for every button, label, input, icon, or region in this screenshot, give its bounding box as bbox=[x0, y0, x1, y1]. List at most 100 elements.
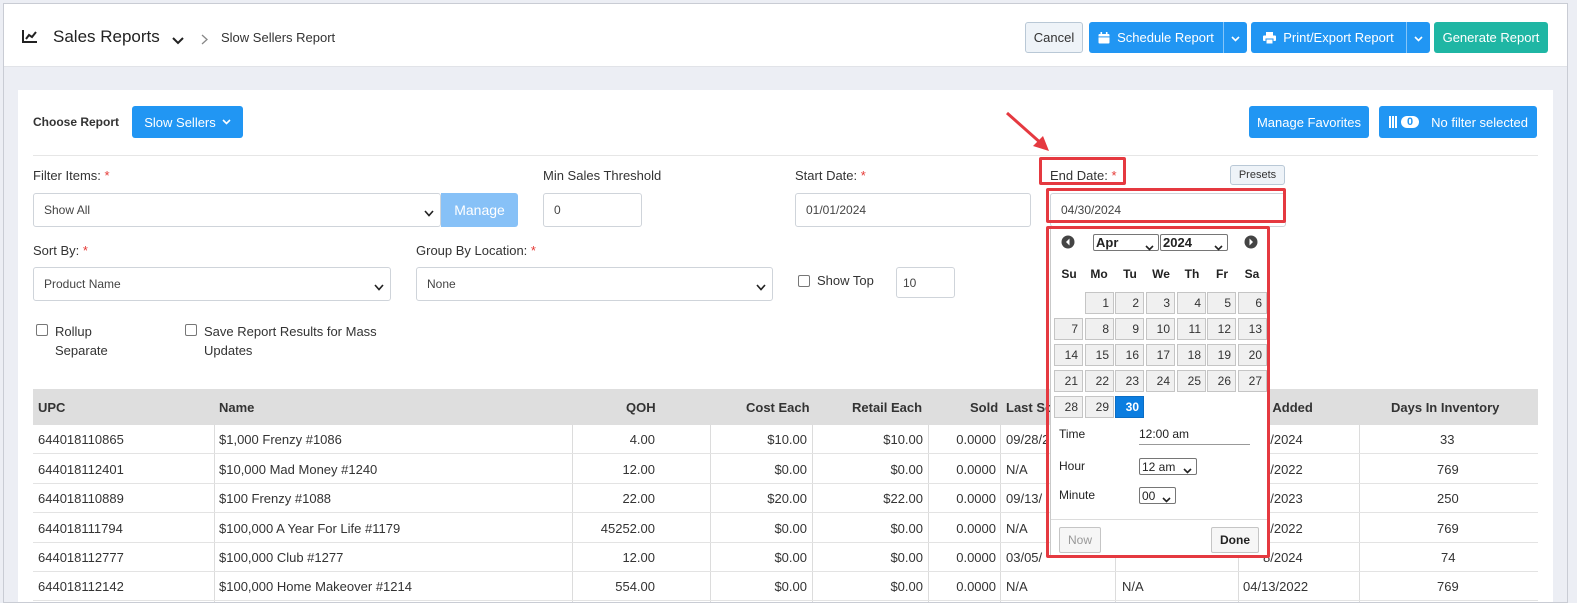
sort-by-select[interactable]: Product Name bbox=[33, 267, 391, 301]
chevron-right-icon bbox=[201, 33, 208, 48]
table-row[interactable]: 644018112777 $100,000 Club #1277 12.00 $… bbox=[33, 543, 1538, 572]
cell-upc: 644018112401 bbox=[38, 462, 124, 477]
cell-days: 769 bbox=[1437, 521, 1459, 536]
cell-cost: $0.00 bbox=[774, 462, 807, 477]
cell-days: 33 bbox=[1440, 432, 1455, 447]
show-top-checkbox[interactable] bbox=[798, 275, 810, 287]
manage-filter-label: Manage bbox=[454, 202, 505, 218]
table-row[interactable]: 644018112142 $100,000 Home Makeover #121… bbox=[33, 572, 1538, 601]
table-row[interactable]: 644018110889 $100 Frenzy #1088 22.00 $20… bbox=[33, 484, 1538, 513]
cell-upc: 644018110889 bbox=[38, 491, 124, 506]
cell-last-sold: 09/28/2 bbox=[1006, 432, 1050, 447]
cell-name: $100,000 Club #1277 bbox=[219, 550, 344, 565]
cell-retail: $0.00 bbox=[890, 521, 923, 536]
cell-name: $1,000 Frenzy #1086 bbox=[219, 432, 342, 447]
page-title: Sales Reports bbox=[53, 27, 160, 46]
rollup-separate-checkbox[interactable] bbox=[36, 324, 48, 336]
cell-upc: 644018112142 bbox=[38, 579, 124, 594]
cell-retail: $22.00 bbox=[883, 491, 923, 506]
cell-last-sold: N/A bbox=[1006, 579, 1028, 594]
start-date-input[interactable]: 01/01/2024 bbox=[795, 193, 1031, 227]
min-sales-value: 0 bbox=[554, 203, 561, 217]
end-date-input-highlight bbox=[1046, 188, 1286, 223]
filter-bars-icon bbox=[1389, 116, 1397, 128]
cell-qoh: 12.00 bbox=[622, 462, 655, 477]
column-header[interactable]: Retail Each bbox=[852, 400, 922, 415]
chevron-down-icon bbox=[374, 280, 384, 294]
print-export-label: Print/Export Report bbox=[1283, 30, 1394, 45]
cell-cost: $10.00 bbox=[767, 432, 807, 447]
app-window: Sales Reports Slow Sellers Report Cancel… bbox=[3, 3, 1568, 603]
cell-retail: $0.00 bbox=[890, 579, 923, 594]
cell-sold: 0.0000 bbox=[956, 521, 996, 536]
report-panel: Choose Report Slow Sellers Manage Favori… bbox=[18, 90, 1553, 602]
cell-qoh: 12.00 bbox=[622, 550, 655, 565]
cell-retail: $0.00 bbox=[890, 550, 923, 565]
manage-filter-button[interactable]: Manage bbox=[441, 193, 518, 227]
cell-name: $100 Frenzy #1088 bbox=[219, 491, 332, 506]
group-by-select[interactable]: None bbox=[416, 267, 773, 301]
end-date-label-highlight bbox=[1039, 157, 1126, 185]
report-select-label: Slow Sellers bbox=[144, 114, 216, 130]
generate-report-button[interactable]: Generate Report bbox=[1434, 22, 1548, 53]
column-header[interactable]: Days In Inventory bbox=[1391, 400, 1499, 415]
chevron-down-icon bbox=[424, 206, 434, 220]
cell-upc: 644018112777 bbox=[38, 550, 124, 565]
cell-days: 769 bbox=[1437, 462, 1459, 477]
filter-count-badge: 0 bbox=[1401, 116, 1420, 128]
presets-label: Presets bbox=[1238, 169, 1277, 181]
print-export-dropdown[interactable] bbox=[1406, 22, 1430, 53]
filter-status-button[interactable]: 0 No filter selected bbox=[1379, 106, 1537, 138]
cell-name: $10,000 Mad Money #1240 bbox=[219, 462, 378, 477]
column-header[interactable]: Sold bbox=[970, 400, 998, 415]
cell-sold: 0.0000 bbox=[956, 462, 996, 477]
chevron-down-icon[interactable] bbox=[172, 33, 184, 48]
column-header[interactable]: Cost Each bbox=[746, 400, 810, 415]
show-top-input[interactable]: 10 bbox=[896, 267, 955, 298]
cell-last-sold: 09/13/ bbox=[1006, 491, 1043, 506]
cell-last-sold: N/A bbox=[1006, 462, 1028, 477]
filter-status-label: No filter selected bbox=[1431, 114, 1528, 130]
group-by-label: Group By Location: * bbox=[416, 243, 536, 258]
column-header[interactable]: Name bbox=[219, 400, 254, 415]
table-row[interactable]: 644018110865 $1,000 Frenzy #1086 4.00 $1… bbox=[33, 425, 1538, 454]
save-results-label: Save Report Results for Mass Updates bbox=[204, 324, 377, 358]
cancel-button-label: Cancel bbox=[1033, 30, 1075, 45]
cell-upc: 644018110865 bbox=[38, 432, 124, 447]
table-row[interactable]: 644018112401 $10,000 Mad Money #1240 12.… bbox=[33, 455, 1538, 484]
presets-button[interactable]: Presets bbox=[1230, 165, 1285, 185]
column-header[interactable]: UPC bbox=[38, 400, 65, 415]
annotation-arrow-icon bbox=[1006, 111, 1049, 151]
cell-date-added: 04/13/2022 bbox=[1243, 579, 1309, 594]
schedule-report-dropdown[interactable] bbox=[1223, 22, 1247, 53]
calendar-icon bbox=[1098, 31, 1110, 44]
schedule-report-button[interactable]: Schedule Report bbox=[1089, 22, 1223, 53]
show-top-value: 10 bbox=[903, 275, 917, 290]
cell-sold: 0.0000 bbox=[956, 550, 996, 565]
cell-days: 74 bbox=[1441, 550, 1456, 565]
divider bbox=[33, 155, 1538, 156]
report-select-button[interactable]: Slow Sellers bbox=[132, 106, 243, 138]
cell-cost: $0.00 bbox=[774, 521, 807, 536]
manage-favorites-button[interactable]: Manage Favorites bbox=[1249, 106, 1369, 138]
table-row[interactable]: 644018111794 $100,000 A Year For Life #1… bbox=[33, 514, 1538, 543]
min-sales-input[interactable]: 0 bbox=[543, 193, 642, 227]
manage-favorites-label: Manage Favorites bbox=[1256, 114, 1362, 130]
cell-qoh: 554.00 bbox=[615, 579, 655, 594]
cancel-button[interactable]: Cancel bbox=[1025, 22, 1083, 53]
save-results-checkbox[interactable] bbox=[185, 324, 197, 336]
column-header[interactable]: QOH bbox=[626, 400, 656, 415]
cell-cost: $0.00 bbox=[774, 579, 807, 594]
filter-items-select[interactable]: Show All bbox=[33, 193, 441, 227]
start-date-value: 01/01/2024 bbox=[806, 203, 867, 217]
filter-items-value: Show All bbox=[44, 203, 91, 217]
cell-days: 769 bbox=[1437, 579, 1459, 594]
chevron-down-icon bbox=[222, 119, 231, 125]
chevron-down-icon bbox=[1231, 30, 1240, 45]
chevron-down-icon bbox=[1414, 30, 1423, 45]
print-export-button[interactable]: Print/Export Report bbox=[1251, 22, 1406, 53]
filter-items-label: Filter Items: * bbox=[33, 168, 110, 183]
printer-icon bbox=[1263, 31, 1277, 44]
cell-cost: $0.00 bbox=[774, 550, 807, 565]
table-header: UPC Name QOH Cost Each Retail Each Sold … bbox=[33, 389, 1538, 425]
